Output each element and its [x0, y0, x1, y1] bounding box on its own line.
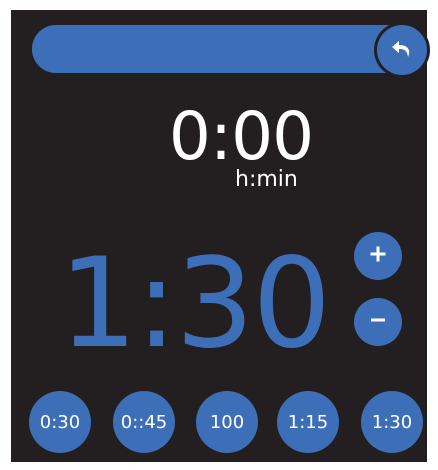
- plus-icon: [369, 245, 387, 267]
- preset-label: 1:15: [287, 411, 329, 433]
- timer-panel: 0:00 h:min 1:30 0:30 0::45 100 1:15 1:30: [11, 10, 428, 462]
- progress-bar-fill: [32, 25, 428, 73]
- elapsed-unit-label: h:min: [235, 167, 298, 192]
- preset-label: 0:30: [39, 411, 81, 433]
- undo-arrow-icon: [389, 37, 415, 63]
- preset-button[interactable]: 100: [196, 391, 258, 453]
- decrease-button[interactable]: [354, 298, 402, 346]
- preset-button[interactable]: 0:30: [29, 391, 91, 453]
- increase-button[interactable]: [354, 232, 402, 280]
- preset-label: 100: [209, 411, 245, 433]
- progress-bar: [32, 25, 428, 73]
- minus-icon: [369, 311, 387, 333]
- preset-row: 0:30 0::45 100 1:15 1:30: [29, 391, 423, 453]
- setpoint-time: 1:30: [58, 232, 331, 376]
- preset-button[interactable]: 0::45: [113, 391, 175, 453]
- preset-button[interactable]: 1:30: [361, 391, 423, 453]
- preset-label: 0::45: [120, 411, 168, 433]
- preset-label: 1:30: [371, 411, 413, 433]
- preset-button[interactable]: 1:15: [277, 391, 339, 453]
- elapsed-time: 0:00: [168, 98, 314, 175]
- back-button[interactable]: [377, 25, 427, 75]
